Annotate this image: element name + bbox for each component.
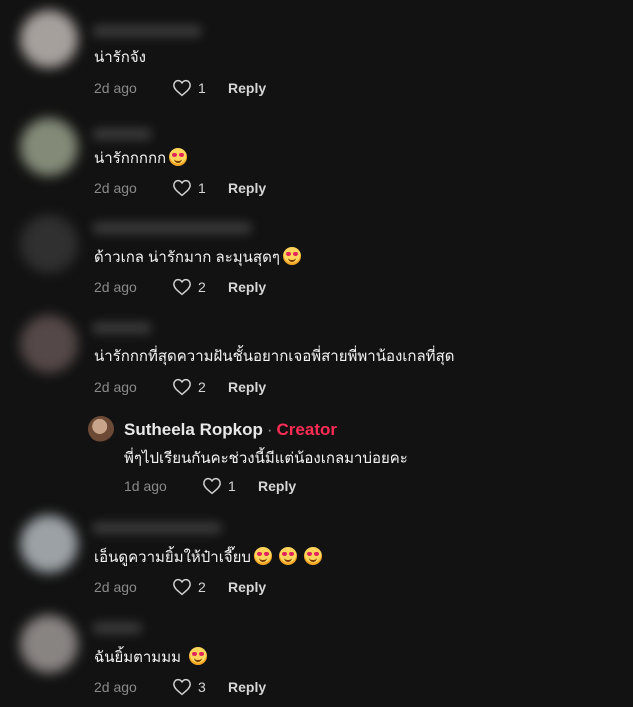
- creator-reply: Sutheela Ropkop · Creator พี่ๆไปเรียนกันคะ…: [88, 410, 633, 510]
- reply-text: พี่ๆไปเรียนกันคะช่วงนี้มีแต่น้องเกลมาบ่อ…: [124, 450, 408, 467]
- heart-eyes-emoji-icon: [188, 647, 207, 665]
- blurred-username: [92, 622, 142, 634]
- blurred-username: [92, 522, 222, 534]
- comment-meta: 2d ago 3 Reply: [94, 677, 266, 697]
- heart-eyes-emoji-icon: [282, 247, 301, 265]
- like-count: 2: [198, 579, 206, 595]
- like-button[interactable]: 2: [172, 578, 228, 596]
- like-count: 1: [198, 80, 206, 96]
- blurred-username: [92, 128, 152, 140]
- creator-avatar[interactable]: [88, 416, 114, 442]
- comment-date: 2d ago: [94, 379, 137, 395]
- comment-date: 2d ago: [94, 80, 137, 96]
- heart-eyes-emoji-icon: [279, 547, 298, 565]
- avatar[interactable]: [20, 515, 78, 573]
- heart-icon: [173, 179, 191, 197]
- comment-text: น่ารักกกกก: [94, 148, 188, 169]
- comment-item: น่ารักกกกก 2d ago 1 Reply: [0, 110, 633, 210]
- avatar[interactable]: [20, 615, 78, 673]
- comment-item: ฉันยิ้มตามมม 2d ago 3 Reply: [0, 610, 633, 707]
- blurred-username: [92, 322, 152, 334]
- comment-meta: 2d ago 1 Reply: [94, 78, 266, 98]
- comment-meta: 2d ago 2 Reply: [94, 277, 266, 297]
- comment-text: น่ารักจัง: [94, 49, 146, 66]
- avatar[interactable]: [20, 315, 78, 373]
- heart-icon: [173, 278, 191, 296]
- like-button[interactable]: 3: [172, 678, 228, 696]
- comment-item: น่ารักจัง 2d ago 1 Reply: [0, 0, 633, 105]
- heart-icon: [173, 578, 191, 596]
- heart-icon: [173, 378, 191, 396]
- comment-date: 2d ago: [94, 679, 137, 695]
- comment-text: ด้าวเกล น่ารักมาก ละมุนสุดๆ: [94, 247, 301, 268]
- like-button[interactable]: 2: [172, 378, 228, 396]
- comment-item: เอ็นดูความยิ้มให้ป๋าเจี๊ยบ 2d ago 2 Repl…: [0, 510, 633, 610]
- like-count: 2: [198, 279, 206, 295]
- like-button[interactable]: 1: [172, 179, 228, 197]
- creator-username[interactable]: Sutheela Ropkop: [124, 420, 263, 439]
- avatar[interactable]: [20, 118, 78, 176]
- reply-button[interactable]: Reply: [228, 279, 266, 295]
- heart-eyes-emoji-icon: [253, 547, 272, 565]
- like-count: 1: [228, 478, 236, 494]
- reply-button[interactable]: Reply: [228, 679, 266, 695]
- heart-icon: [203, 477, 221, 495]
- heart-eyes-emoji-icon: [304, 547, 323, 565]
- comment-date: 2d ago: [94, 279, 137, 295]
- reply-button[interactable]: Reply: [228, 379, 266, 395]
- reply-meta: 1d ago 1 Reply: [124, 476, 296, 496]
- like-button[interactable]: 1: [202, 477, 258, 495]
- avatar[interactable]: [20, 10, 78, 68]
- comment-text: น่ารักกกที่สุดความฝันชั้นอยากเจอพี่สายพี…: [94, 348, 455, 365]
- comment-meta: 2d ago 2 Reply: [94, 577, 266, 597]
- like-button[interactable]: 1: [172, 79, 228, 97]
- comment-item: ด้าวเกล น่ารักมาก ละมุนสุดๆ 2d ago 2 Rep…: [0, 210, 633, 310]
- blurred-username: [92, 222, 252, 234]
- comment-item: น่ารักกกที่สุดความฝันชั้นอยากเจอพี่สายพี…: [0, 310, 633, 410]
- comment-meta: 2d ago 1 Reply: [94, 178, 266, 198]
- like-count: 3: [198, 679, 206, 695]
- like-count: 2: [198, 379, 206, 395]
- comment-text: ฉันยิ้มตามมม: [94, 647, 207, 668]
- creator-name-line: Sutheela Ropkop · Creator: [124, 420, 337, 440]
- like-button[interactable]: 2: [172, 278, 228, 296]
- reply-button[interactable]: Reply: [228, 80, 266, 96]
- comment-date: 2d ago: [94, 579, 137, 595]
- heart-icon: [173, 79, 191, 97]
- reply-button[interactable]: Reply: [258, 478, 296, 494]
- comment-text: เอ็นดูความยิ้มให้ป๋าเจี๊ยบ: [94, 547, 323, 568]
- reply-date: 1d ago: [124, 478, 167, 494]
- like-count: 1: [198, 180, 206, 196]
- heart-icon: [173, 678, 191, 696]
- comment-date: 2d ago: [94, 180, 137, 196]
- reply-button[interactable]: Reply: [228, 180, 266, 196]
- blurred-username: [92, 25, 202, 37]
- creator-badge: Creator: [276, 420, 337, 439]
- separator-dot: ·: [266, 420, 273, 439]
- heart-eyes-emoji-icon: [169, 148, 188, 166]
- reply-button[interactable]: Reply: [228, 579, 266, 595]
- comment-meta: 2d ago 2 Reply: [94, 377, 266, 397]
- avatar[interactable]: [20, 215, 78, 273]
